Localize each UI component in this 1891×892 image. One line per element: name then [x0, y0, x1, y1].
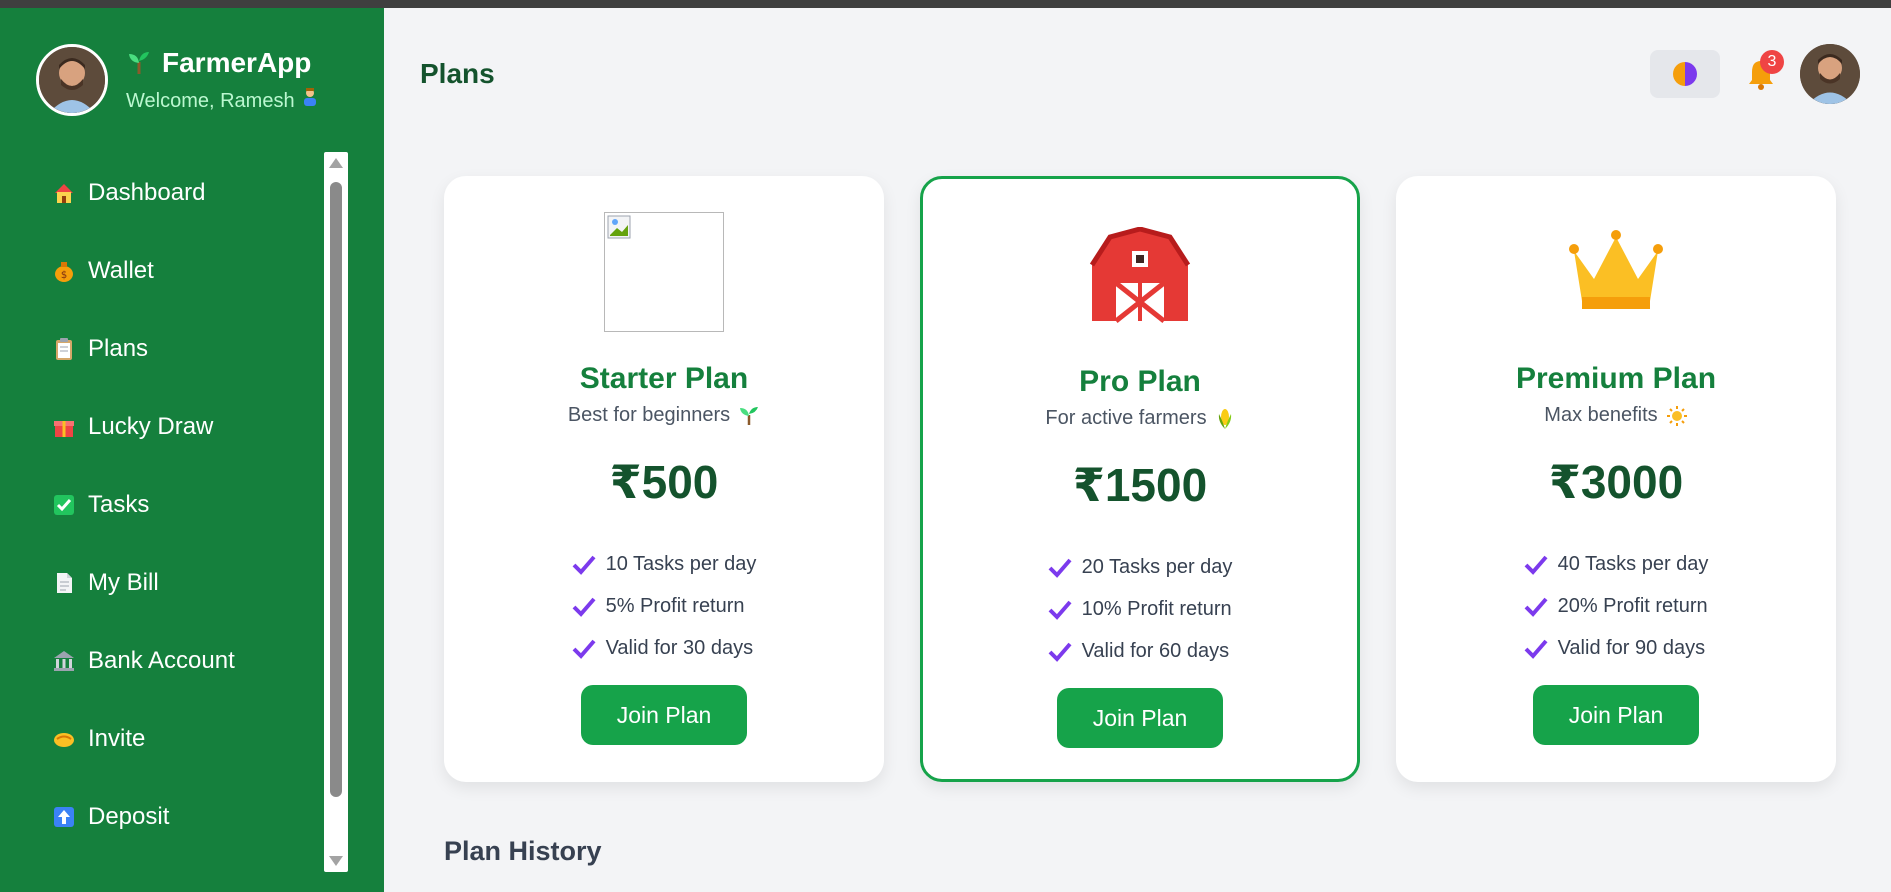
- plan-features: 20 Tasks per day 10% Profit return Valid…: [1048, 546, 1233, 672]
- feature-item: 5% Profit return: [572, 585, 757, 627]
- plan-price: ₹1500: [1072, 459, 1208, 511]
- check-icon: [1524, 639, 1548, 659]
- feature-item: 20 Tasks per day: [1048, 546, 1232, 588]
- check-icon: [1048, 600, 1072, 620]
- svg-text:$: $: [61, 270, 67, 281]
- scroll-thumb[interactable]: [330, 182, 342, 797]
- up-arrow-icon: [52, 805, 76, 829]
- check-icon: [572, 597, 596, 617]
- broken-image-icon: [604, 212, 724, 332]
- scroll-up-icon[interactable]: [329, 158, 343, 168]
- feature-item: Valid for 30 days: [572, 627, 757, 669]
- check-icon: [1524, 555, 1548, 575]
- check-icon: [572, 639, 596, 659]
- feature-item: Valid for 60 days: [1048, 630, 1233, 672]
- gift-icon: [52, 415, 76, 439]
- profile-avatar[interactable]: [1800, 44, 1860, 104]
- sidebar-item-wallet[interactable]: $ Wallet: [0, 232, 320, 310]
- sidebar: FarmerApp Welcome, Ramesh Dashboard $ Wa…: [0, 8, 384, 892]
- crown-icon: [1569, 230, 1663, 309]
- scroll-down-icon[interactable]: [329, 856, 343, 866]
- app-name: FarmerApp: [162, 47, 312, 78]
- app-title: FarmerApp: [126, 47, 320, 79]
- user-avatar[interactable]: [36, 44, 108, 116]
- sidebar-nav: Dashboard $ Wallet Plans Lucky Draw Task…: [0, 154, 320, 856]
- notification-badge: 3: [1760, 50, 1784, 74]
- check-icon: [1524, 597, 1548, 617]
- theme-toggle-button[interactable]: [1650, 50, 1720, 98]
- sidebar-item-plans[interactable]: Plans: [0, 310, 320, 388]
- plan-name: Starter Plan: [579, 362, 749, 395]
- browser-top-strip: [0, 0, 1891, 8]
- handshake-icon: [52, 727, 76, 751]
- join-plan-button[interactable]: Join Plan: [1057, 688, 1223, 748]
- sidebar-item-bank-account[interactable]: Bank Account: [0, 622, 320, 700]
- sidebar-item-tasks[interactable]: Tasks: [0, 466, 320, 544]
- check-icon: [572, 555, 596, 575]
- plan-features: 10 Tasks per day 5% Profit return Valid …: [572, 543, 757, 669]
- farmer-icon: [300, 88, 320, 112]
- plan-price: ₹3000: [1548, 456, 1684, 508]
- join-plan-button[interactable]: Join Plan: [1533, 685, 1699, 745]
- sidebar-item-dashboard[interactable]: Dashboard: [0, 154, 320, 232]
- plan-name: Premium Plan: [1515, 362, 1717, 395]
- feature-item: 20% Profit return: [1524, 585, 1709, 627]
- plan-name: Pro Plan: [1079, 365, 1201, 398]
- feature-item: Valid for 90 days: [1524, 627, 1709, 669]
- plan-card-premium: Premium Plan Max benefits ₹3000 40 Tasks…: [1396, 176, 1836, 782]
- sidebar-item-deposit[interactable]: Deposit: [0, 778, 320, 856]
- money-bag-icon: $: [52, 259, 76, 283]
- check-icon: [1048, 642, 1072, 662]
- plan-subtitle: For active farmers: [1045, 407, 1234, 430]
- page-title: Plans: [420, 58, 495, 89]
- barn-icon: [1089, 227, 1191, 323]
- plan-subtitle: Best for beginners: [568, 404, 760, 427]
- feature-item: 10 Tasks per day: [572, 543, 756, 585]
- plan-card-starter: Starter Plan Best for beginners ₹500 10 …: [444, 176, 884, 782]
- seedling-icon: [129, 52, 149, 74]
- check-box-icon: [52, 493, 76, 517]
- plan-history-title: Plan History: [444, 836, 602, 866]
- plan-features: 40 Tasks per day 20% Profit return Valid…: [1524, 543, 1709, 669]
- document-icon: [52, 571, 76, 595]
- bank-icon: [52, 649, 76, 673]
- seedling-icon: [740, 406, 759, 425]
- feature-item: 10% Profit return: [1048, 588, 1233, 630]
- sidebar-item-my-bill[interactable]: My Bill: [0, 544, 320, 622]
- house-icon: [52, 181, 76, 205]
- clipboard-icon: [52, 337, 76, 361]
- sidebar-item-invite[interactable]: Invite: [0, 700, 320, 778]
- brand: FarmerApp Welcome, Ramesh: [36, 44, 320, 116]
- plan-price: ₹500: [609, 456, 719, 508]
- theme-icon: [1673, 62, 1697, 86]
- plan-card-pro: Pro Plan For active farmers ₹1500 20 Tas…: [920, 176, 1360, 782]
- star-icon: [1666, 405, 1687, 426]
- sidebar-scrollbar[interactable]: [324, 152, 348, 872]
- sidebar-item-lucky-draw[interactable]: Lucky Draw: [0, 388, 320, 466]
- join-plan-button[interactable]: Join Plan: [581, 685, 747, 745]
- corn-icon: [1218, 408, 1231, 429]
- feature-item: 40 Tasks per day: [1524, 543, 1708, 585]
- check-icon: [1048, 558, 1072, 578]
- plan-subtitle: Max benefits: [1544, 404, 1687, 427]
- welcome-text: Welcome, Ramesh: [126, 87, 320, 113]
